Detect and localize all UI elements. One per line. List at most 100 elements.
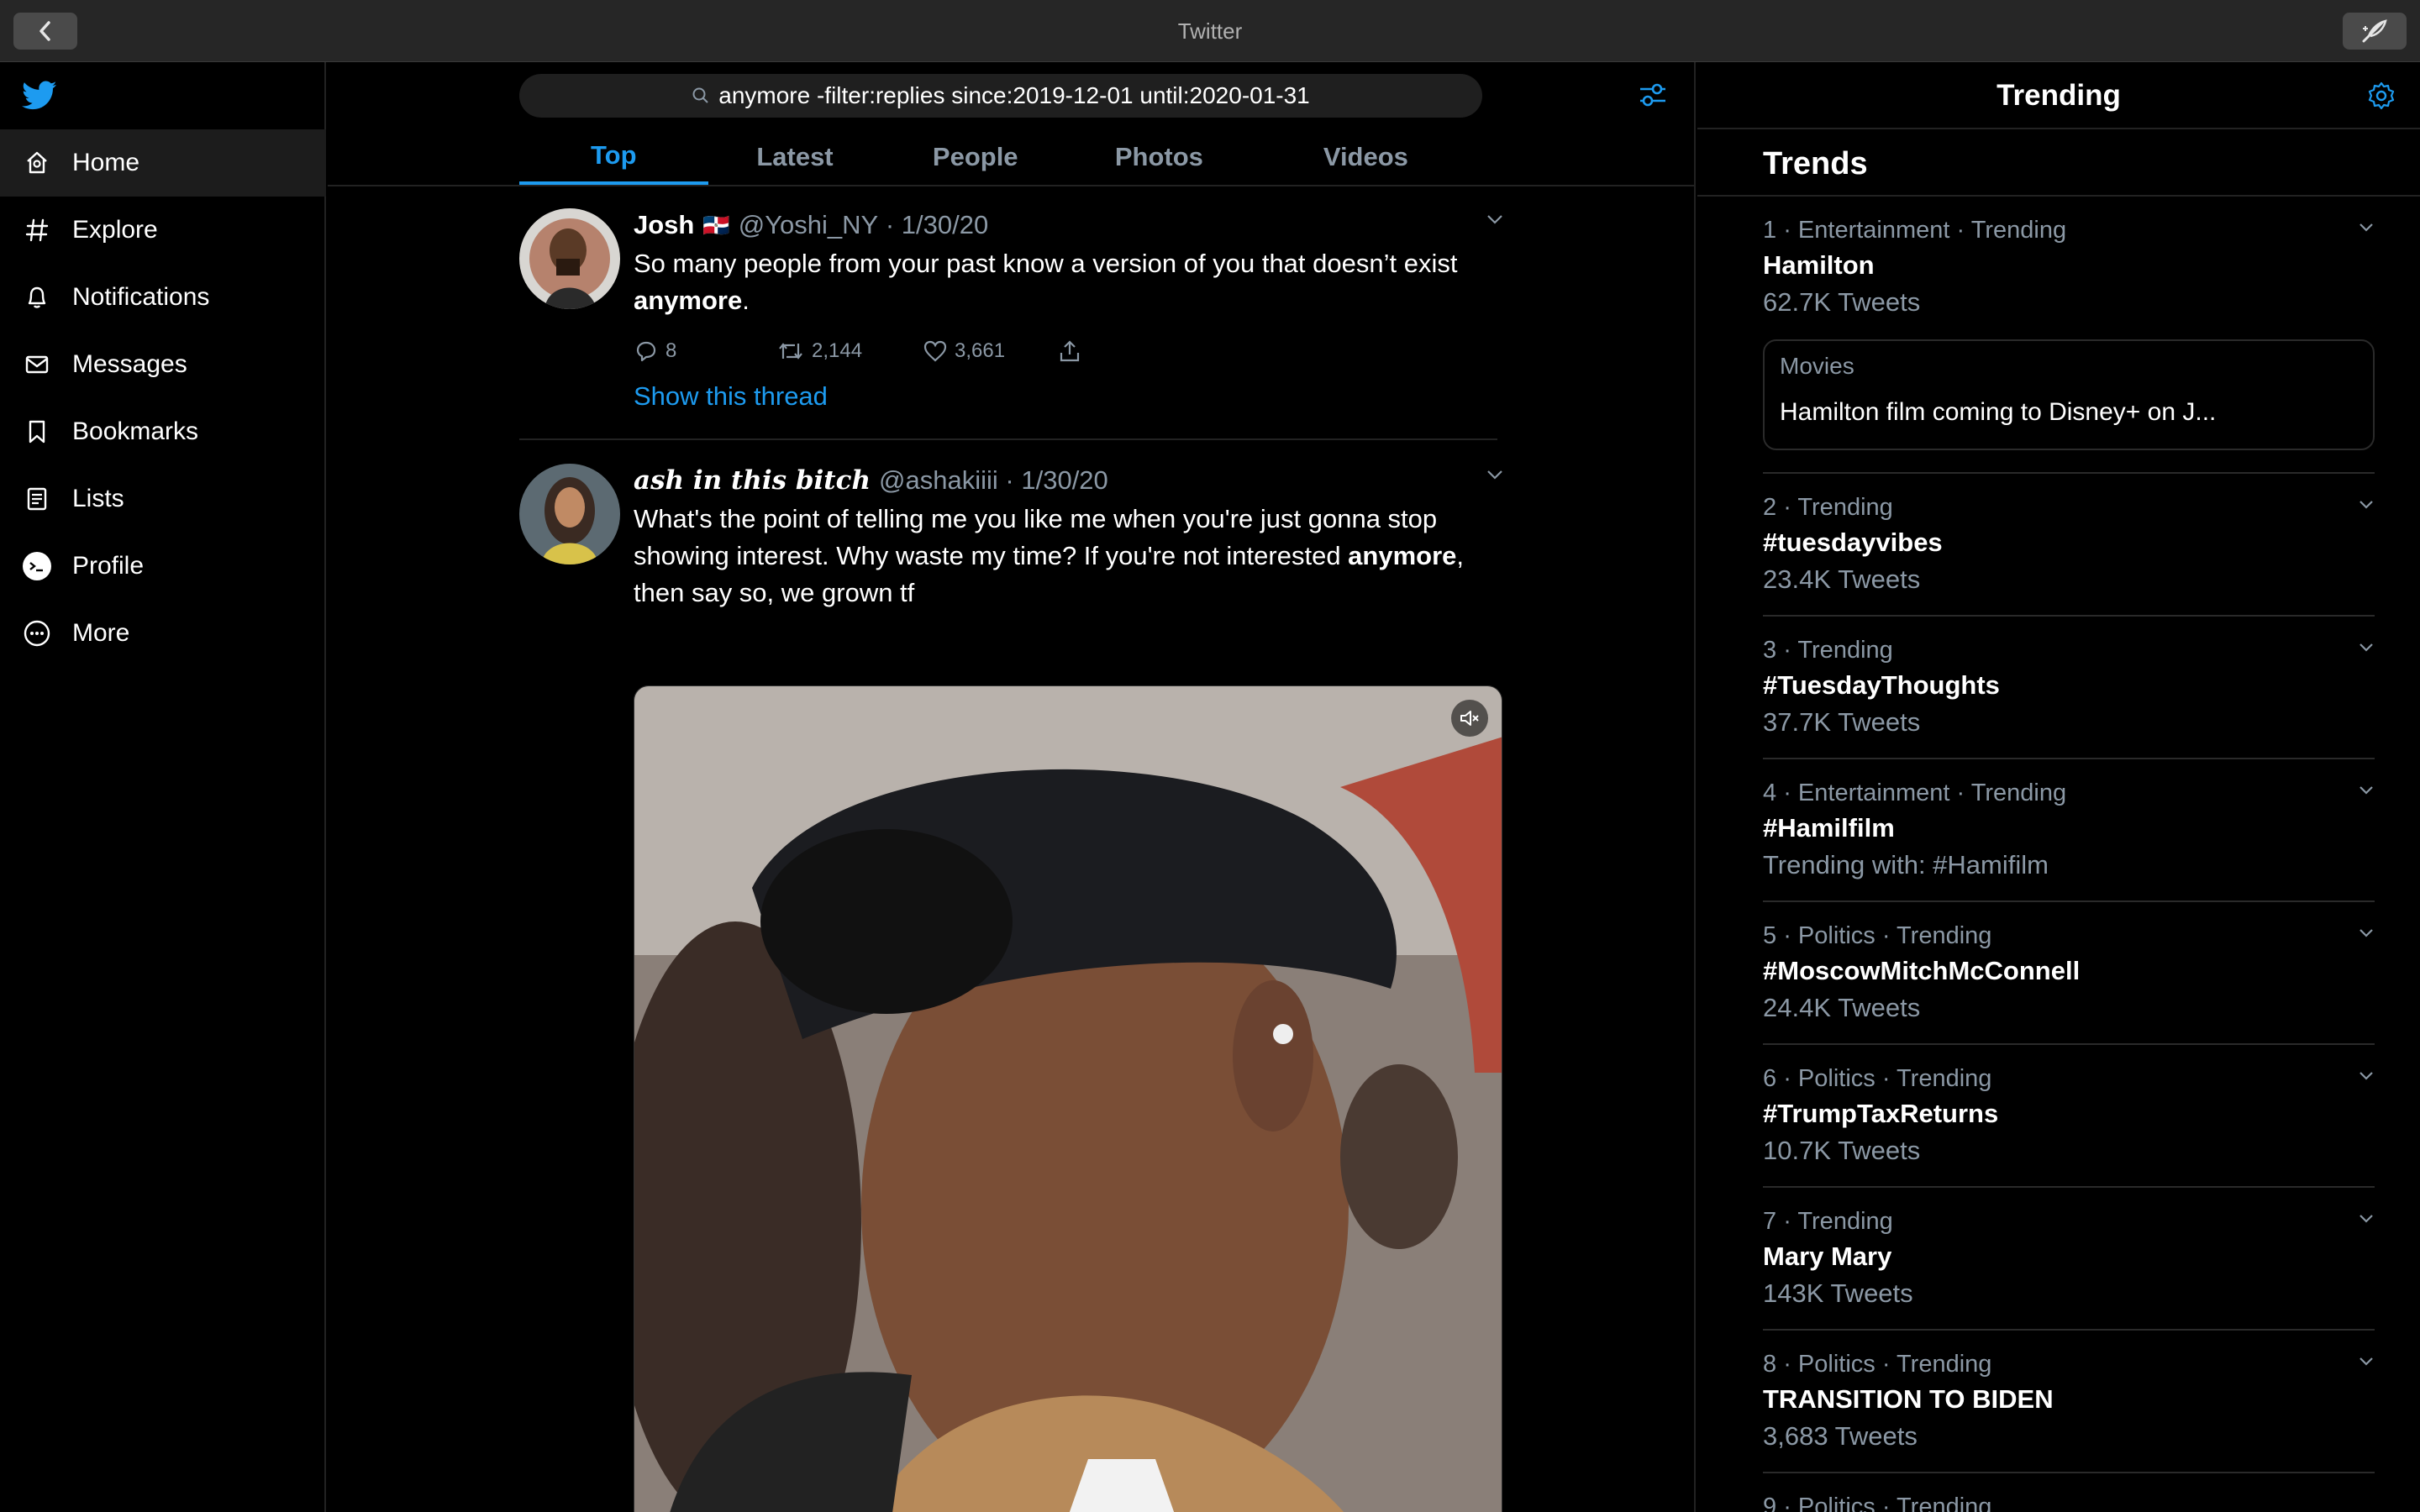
more-icon (20, 617, 54, 650)
trend-menu-button[interactable] (2358, 222, 2375, 237)
chevron-down-icon (2360, 1072, 2373, 1080)
avatar[interactable] (519, 464, 620, 564)
sidebar-item-lists[interactable]: Lists (0, 465, 326, 533)
tweet-handle[interactable]: @Yoshi_NY (739, 210, 878, 240)
trend-item[interactable]: 3 · Trending #TuesdayThoughts 37.7K Twee… (1763, 617, 2375, 759)
trend-context: Trending (1797, 494, 1893, 521)
tab-top[interactable]: Top (519, 129, 708, 185)
trend-rank: 8 (1763, 1351, 1777, 1378)
trend-menu-button[interactable] (2358, 1356, 2375, 1371)
heart-icon (923, 340, 947, 362)
trend-count: 23.4K Tweets (1763, 564, 1921, 594)
trend-item[interactable]: 7 · Trending Mary Mary 143K Tweets (1763, 1188, 2375, 1331)
tweet-text-part: What's the point of telling me you like … (634, 504, 1438, 570)
trend-context: Trending (1797, 637, 1893, 664)
retweet-button[interactable]: 2,144 (776, 339, 923, 364)
search-query: anymore -filter:replies since:2019-12-01… (718, 82, 1310, 108)
sidebar-item-more[interactable]: More (0, 600, 326, 667)
home-icon (20, 146, 54, 180)
tweet-handle[interactable]: @ashakiiii (879, 465, 998, 496)
trend-rank: 5 (1763, 922, 1777, 949)
sidebar-item-label: Notifications (72, 283, 210, 311)
share-button[interactable] (1057, 339, 1089, 364)
trend-item[interactable]: 6 · Politics · Trending #TrumpTaxReturns… (1763, 1045, 2375, 1188)
tweet-video[interactable] (634, 685, 1502, 1512)
trends-settings-button[interactable] (2366, 81, 2396, 115)
trend-context: Politics · Trending (1797, 1351, 1992, 1378)
trend-news-card[interactable]: Movies Hamilton film coming to Disney+ o… (1763, 339, 2375, 450)
show-thread-link[interactable]: Show this thread (634, 381, 1504, 412)
trend-item[interactable]: 9 · Politics · Trending (1763, 1473, 2375, 1512)
hash-icon (20, 213, 54, 247)
trend-item[interactable]: 1 · Entertainment · Trending Hamilton 62… (1763, 197, 2375, 474)
window-title: Twitter (1177, 18, 1243, 44)
twitter-logo-icon[interactable] (22, 81, 57, 115)
tweet-author-name[interactable]: Josh (634, 210, 694, 240)
mute-button[interactable] (1451, 700, 1488, 737)
tweet-date[interactable]: 1/30/20 (1021, 465, 1107, 496)
trend-menu-button[interactable] (2358, 785, 2375, 800)
tweet-text-part: . (742, 286, 750, 315)
chevron-down-icon (1487, 215, 1502, 224)
search-filter-button[interactable] (1637, 79, 1669, 115)
trend-count: Trending with: #Hamifilm (1763, 850, 2049, 879)
tabs-divider (328, 185, 1694, 186)
trend-menu-button[interactable] (2358, 1070, 2375, 1085)
separator-dot: · (997, 465, 1022, 495)
tweet-text-part: So many people from your past know a ver… (634, 249, 1458, 278)
sidebar-item-notifications[interactable]: Notifications (0, 264, 326, 331)
window-titlebar: Twitter (0, 0, 2420, 62)
trend-menu-button[interactable] (2358, 927, 2375, 942)
trend-count: 24.4K Tweets (1763, 993, 1921, 1022)
chevron-down-icon (2360, 501, 2373, 509)
trend-meta: 2 · Trending (1763, 494, 1893, 521)
sidebar-item-label: Lists (72, 485, 124, 512)
sliders-icon (1640, 83, 1665, 107)
search-tabs: Top Latest People Photos Videos (519, 129, 1482, 185)
tab-latest[interactable]: Latest (708, 129, 882, 185)
search-input[interactable]: anymore -filter:replies since:2019-12-01… (519, 74, 1482, 118)
sidebar-item-bookmarks[interactable]: Bookmarks (0, 398, 326, 465)
sidebar-item-label: Explore (72, 216, 158, 244)
trend-context: Entertainment · Trending (1797, 780, 2067, 806)
main-timeline: anymore -filter:replies since:2019-12-01… (328, 62, 1696, 1512)
sidebar-item-label: Profile (72, 552, 145, 580)
sidebar-item-profile[interactable]: Profile (0, 533, 326, 600)
tweet-menu-button[interactable] (1486, 469, 1504, 485)
trend-context: Trending (1797, 1208, 1893, 1235)
tab-people[interactable]: People (881, 129, 1069, 185)
trend-count: 37.7K Tweets (1763, 707, 1921, 737)
trend-item[interactable]: 5 · Politics · Trending #MoscowMitchMcCo… (1763, 902, 2375, 1045)
trend-item[interactable]: 4 · Entertainment · Trending #Hamilfilm … (1763, 759, 2375, 902)
tweet-date[interactable]: 1/30/20 (902, 210, 988, 240)
sidebar: Home Explore Notifications Messages Book… (0, 62, 326, 1512)
sidebar-item-explore[interactable]: Explore (0, 197, 326, 264)
trend-item[interactable]: 8 · Politics · Trending TRANSITION TO BI… (1763, 1331, 2375, 1473)
like-button[interactable]: 3,661 (923, 339, 1057, 363)
compose-tweet-button[interactable] (2343, 13, 2407, 50)
trend-menu-button[interactable] (2358, 499, 2375, 514)
sidebar-item-label: Home (72, 149, 140, 176)
tweet-body: Josh 🇩🇴 @Yoshi_NY · 1/30/20 So many peop… (634, 208, 1504, 412)
trend-item[interactable]: 2 · Trending #tuesdayvibes 23.4K Tweets (1763, 474, 2375, 617)
sidebar-item-home[interactable]: Home (0, 129, 326, 197)
trend-menu-button[interactable] (2358, 1213, 2375, 1228)
tweet-author-name[interactable]: ash in this bitch (634, 465, 871, 496)
bookmark-icon (20, 415, 54, 449)
trend-rank: 3 (1763, 637, 1777, 664)
tab-photos[interactable]: Photos (1069, 129, 1249, 185)
trend-rank: 6 (1763, 1065, 1777, 1092)
trend-menu-button[interactable] (2358, 642, 2375, 657)
trend-name: #TuesdayThoughts (1763, 670, 2000, 700)
tweet-menu-button[interactable] (1486, 213, 1504, 229)
avatar-icon (20, 549, 54, 583)
avatar[interactable] (519, 208, 620, 309)
sidebar-item-label: Messages (72, 350, 187, 378)
trend-meta: 8 · Politics · Trending (1763, 1351, 1992, 1378)
sidebar-item-messages[interactable]: Messages (0, 331, 326, 398)
trend-name: #tuesdayvibes (1763, 528, 1943, 557)
chevron-down-icon (2360, 1357, 2373, 1366)
trend-name: Hamilton (1763, 250, 1875, 280)
reply-button[interactable]: 8 (634, 339, 776, 364)
tab-videos[interactable]: Videos (1249, 129, 1482, 185)
